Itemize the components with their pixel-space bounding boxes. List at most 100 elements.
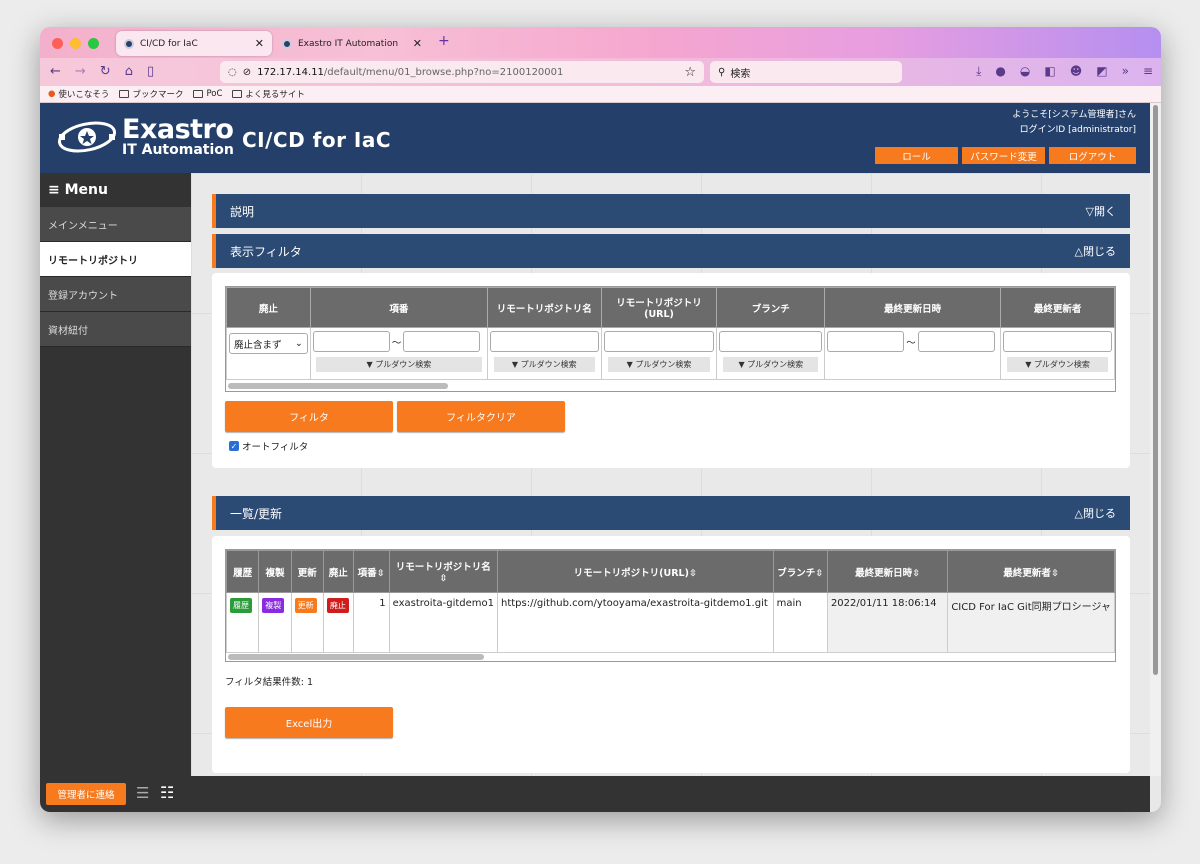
pulldown-search-button[interactable]: ▼ プルダウン検索: [315, 357, 482, 372]
filter-section-header[interactable]: 表示フィルタ △閉じる: [212, 234, 1130, 268]
filter-clear-button[interactable]: フィルタクリア: [397, 401, 565, 432]
app-header: Exastro IT Automation CI/CD for IaC ようこそ…: [40, 103, 1150, 173]
login-id: ログインID [administrator]: [1019, 125, 1136, 135]
autofilter-checkbox[interactable]: ✓: [229, 441, 239, 451]
sidebar-item-remote-repository[interactable]: リモートリポジトリ: [40, 242, 191, 277]
extension-icon[interactable]: ●: [995, 64, 1005, 79]
column-header: リモートリポジトリ名: [486, 287, 602, 328]
discard-filter-select[interactable]: 廃止含まず ⌄: [229, 333, 308, 354]
favicon-icon: [124, 38, 134, 49]
bookmark-folder[interactable]: よく見るサイト: [232, 88, 305, 100]
sortable-column-header[interactable]: 最終更新者⇳: [947, 550, 1115, 593]
browser-tab-exastro[interactable]: Exastro IT Automation ✕: [274, 31, 430, 56]
logout-button[interactable]: ログアウト: [1049, 147, 1136, 164]
sort-icon: ⇳: [815, 567, 824, 579]
sortable-column-header[interactable]: リモートリポジトリ名⇳: [388, 550, 499, 593]
url-host: 172.17.14.11: [257, 66, 324, 78]
pulldown-search-button[interactable]: ▼ プルダウン検索: [493, 357, 595, 372]
description-section-header[interactable]: 説明 ▽開く: [212, 194, 1130, 228]
home-icon[interactable]: ⌂: [125, 64, 133, 79]
sort-icon: ⇳: [376, 567, 385, 579]
pulldown-search-button[interactable]: ▼ プルダウン検索: [607, 357, 711, 372]
horizontal-scrollbar[interactable]: [228, 383, 448, 389]
reload-icon[interactable]: ↻: [100, 64, 111, 79]
pocket-icon[interactable]: ◒: [1020, 64, 1030, 79]
layout-compact-icon[interactable]: ☰: [136, 786, 149, 801]
forward-icon[interactable]: →: [75, 64, 86, 79]
new-tab-icon[interactable]: +: [438, 33, 450, 49]
minimize-window-button[interactable]: [70, 38, 81, 49]
menu-header[interactable]: ≡ Menu: [40, 173, 191, 207]
copy-button[interactable]: 複製: [262, 598, 285, 613]
branch-input[interactable]: [719, 331, 823, 352]
close-toggle[interactable]: △閉じる: [1075, 243, 1116, 259]
bookmark-folder[interactable]: PoC: [193, 89, 222, 99]
list-section-header[interactable]: 一覧/更新 △閉じる: [212, 496, 1130, 530]
main-content: 説明 ▽開く 表示フィルタ △閉じる 廃止 項番 リモートリポジトリ名 リモート…: [191, 173, 1150, 776]
header-label: ブランチ: [777, 567, 816, 579]
repo-name-input[interactable]: [489, 331, 599, 352]
hamburger-menu-icon[interactable]: ≡: [1143, 64, 1153, 79]
cell-item-no: 1: [352, 592, 390, 653]
sidebar-toggle-icon[interactable]: ◧: [1044, 64, 1055, 79]
overflow-icon[interactable]: »: [1122, 64, 1129, 79]
column-header: 履歴: [226, 550, 260, 593]
sortable-column-header[interactable]: 項番⇳: [352, 550, 390, 593]
profile-icon[interactable]: ☻: [1070, 64, 1083, 79]
exastro-logo[interactable]: Exastro IT Automation: [56, 116, 234, 157]
layout-list-icon[interactable]: ☷: [160, 785, 174, 801]
pulldown-search-button[interactable]: ▼ プルダウン検索: [723, 357, 819, 372]
section-title: 一覧/更新: [230, 506, 283, 521]
item-no-to-input[interactable]: [403, 331, 481, 352]
scrollbar-thumb[interactable]: [1153, 105, 1158, 675]
history-button[interactable]: 履歴: [230, 598, 252, 613]
sidebar-item-main-menu[interactable]: メインメニュー: [40, 207, 191, 242]
reader-icon[interactable]: ▯: [147, 64, 154, 79]
item-no-from-input[interactable]: [312, 331, 390, 352]
open-toggle[interactable]: ▽開く: [1086, 203, 1116, 219]
nav-bar: ← → ↻ ⌂ ▯ ◌ ⊘ 172.17.14.11/default/menu/…: [40, 58, 1161, 86]
sortable-column-header[interactable]: ブランチ⇳: [772, 550, 828, 593]
browser-tab-cicd[interactable]: CI/CD for IaC ✕: [116, 31, 272, 56]
horizontal-scrollbar[interactable]: [228, 654, 484, 660]
updated-to-input[interactable]: [917, 331, 995, 352]
tab-label: Exastro IT Automation: [298, 38, 399, 49]
lock-icon[interactable]: ⊘: [243, 67, 251, 78]
sidebar-item-material-link[interactable]: 資材紐付: [40, 312, 191, 347]
repo-url-input[interactable]: [603, 331, 715, 352]
exastro-logo-icon: [57, 121, 117, 153]
updated-from-input[interactable]: [827, 331, 905, 352]
discard-button[interactable]: 廃止: [326, 598, 349, 613]
close-window-button[interactable]: [52, 38, 63, 49]
filter-button[interactable]: フィルタ: [225, 401, 393, 432]
bookmark-folder[interactable]: ブックマーク: [119, 88, 183, 100]
download-icon[interactable]: ⤓: [976, 64, 981, 79]
translate-icon[interactable]: ◩: [1096, 64, 1107, 79]
bookmark-star-icon[interactable]: ☆: [684, 65, 696, 80]
sortable-column-header[interactable]: 最終更新日時⇳: [826, 550, 949, 593]
url-bar[interactable]: ◌ ⊘ 172.17.14.11/default/menu/01_browse.…: [220, 61, 704, 83]
close-toggle[interactable]: △閉じる: [1075, 505, 1116, 521]
update-button[interactable]: 更新: [294, 598, 317, 613]
bookmark-label: ブックマーク: [132, 90, 184, 100]
folder-icon: [193, 90, 204, 98]
column-header: 更新: [290, 550, 324, 593]
close-tab-icon[interactable]: ✕: [413, 37, 422, 50]
sortable-column-header[interactable]: リモートリポジトリ(URL)⇳: [497, 550, 774, 593]
excel-export-button[interactable]: Excel出力: [225, 707, 393, 738]
search-input[interactable]: ⚲ 検索: [710, 61, 902, 83]
close-tab-icon[interactable]: ✕: [255, 37, 264, 50]
back-icon[interactable]: ←: [50, 64, 61, 79]
updated-by-input[interactable]: [1003, 331, 1112, 352]
sidebar-item-registered-account[interactable]: 登録アカウント: [40, 277, 191, 312]
vertical-scrollbar[interactable]: [1150, 103, 1161, 776]
role-button[interactable]: ロール: [875, 147, 958, 164]
zoom-window-button[interactable]: [88, 38, 99, 49]
pulldown-search-button[interactable]: ▼ プルダウン検索: [1007, 357, 1108, 372]
password-change-button[interactable]: パスワード変更: [962, 147, 1045, 164]
contact-admin-button[interactable]: 管理者に連絡: [46, 783, 126, 805]
bookmark-label: よく見るサイト: [245, 90, 305, 100]
bookmark-label: 使いこなそう: [58, 90, 110, 100]
shield-icon[interactable]: ◌: [228, 67, 237, 78]
bookmark-item[interactable]: ● 使いこなそう: [48, 88, 109, 100]
